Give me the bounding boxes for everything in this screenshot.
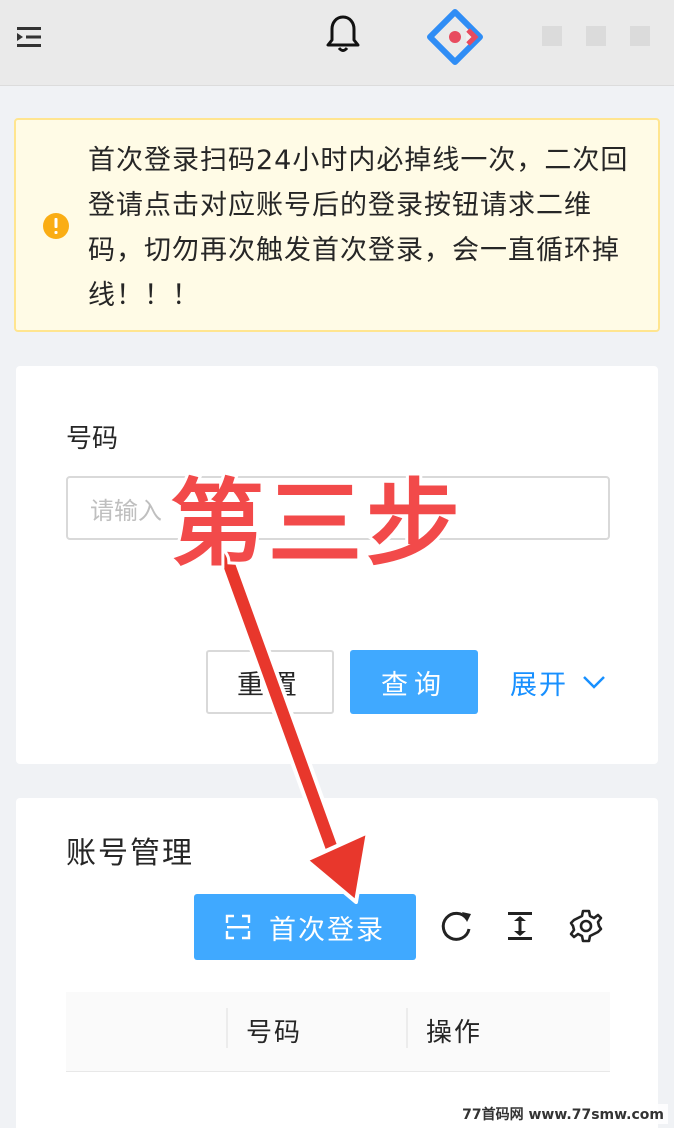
watermark: 77首码网 www.77smw.com	[458, 1104, 668, 1124]
column-height-icon[interactable]	[502, 908, 538, 944]
gear-icon[interactable]	[568, 908, 604, 944]
exclamation-circle-icon	[43, 213, 69, 239]
reload-icon[interactable]	[438, 908, 474, 944]
account-management-title: 账号管理	[66, 836, 194, 871]
expand-label: 展开	[510, 669, 568, 701]
first-login-label: 首次登录	[269, 914, 385, 946]
first-login-button[interactable]: 首次登录	[194, 894, 416, 960]
scan-icon	[225, 914, 251, 940]
top-bar	[0, 0, 674, 86]
translate-icon[interactable]	[540, 24, 564, 48]
reset-button[interactable]: 重置	[206, 650, 334, 714]
warning-alert: 首次登录扫码24小时内必掉线一次，二次回登请点击对应账号后的登录按钮请求二维码，…	[14, 118, 660, 332]
react-logo-icon[interactable]	[424, 6, 486, 68]
fullscreen-icon[interactable]	[584, 24, 608, 48]
menu-fold-icon[interactable]	[14, 22, 44, 52]
column-divider	[226, 1008, 228, 1048]
chevron-down-icon	[583, 676, 605, 689]
column-header-actions[interactable]: 操作	[426, 1012, 482, 1049]
more-icon[interactable]	[628, 24, 652, 48]
step-annotation: 第三步	[167, 467, 465, 582]
alert-message: 首次登录扫码24小时内必掉线一次，二次回登请点击对应账号后的登录按钮请求二维码，…	[88, 145, 629, 311]
bell-icon[interactable]	[324, 14, 362, 54]
column-header-phone[interactable]: 号码	[246, 1012, 302, 1049]
column-divider	[406, 1008, 408, 1048]
query-button[interactable]: 查询	[350, 650, 478, 714]
phone-input-placeholder: 请输入	[90, 496, 162, 525]
phone-field-label: 号码	[66, 424, 119, 454]
table-header: 号码 操作	[66, 992, 610, 1072]
expand-button[interactable]: 展开	[510, 662, 606, 702]
account-management-card: 账号管理 首次登录 号码 操作	[16, 798, 658, 1128]
